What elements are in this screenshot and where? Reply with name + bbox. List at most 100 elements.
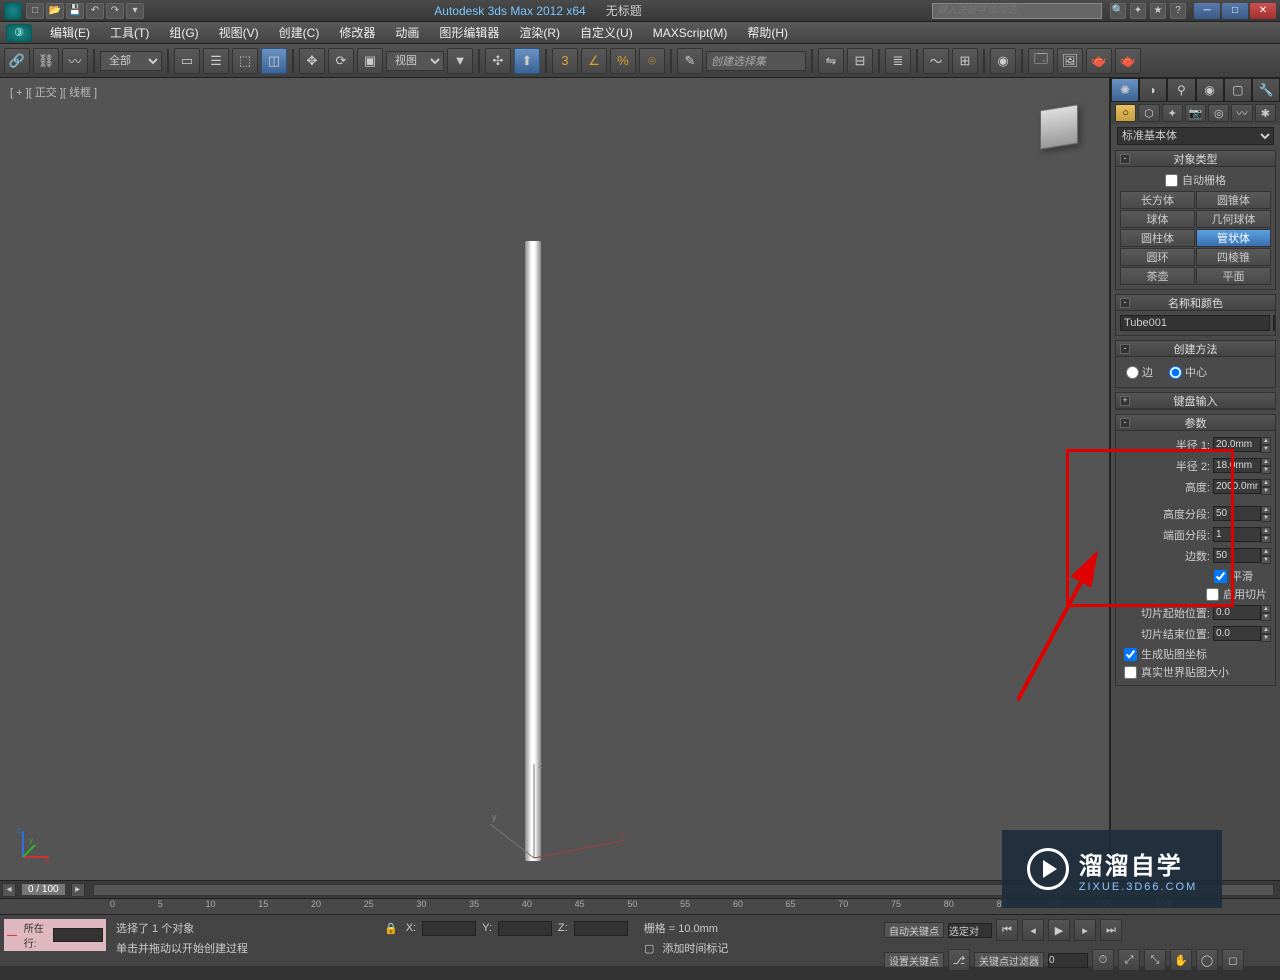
viewcube[interactable]	[1029, 98, 1089, 158]
setkey-button[interactable]: 设置关键点	[884, 952, 944, 968]
zoom-extents-icon[interactable]: ⤢	[1118, 949, 1140, 971]
sub-geometry[interactable]: ○	[1115, 104, 1136, 122]
menu-edit[interactable]: 编辑(E)	[42, 22, 98, 43]
rotate-icon[interactable]: ⟳	[328, 48, 354, 74]
menu-views[interactable]: 视图(V)	[211, 22, 267, 43]
align-icon[interactable]: ⊟	[847, 48, 873, 74]
keyboard-shortcut-icon[interactable]: ⬆	[514, 48, 540, 74]
coord-y-input[interactable]	[498, 921, 552, 936]
obj-type-sphere[interactable]: 球体	[1120, 210, 1195, 228]
tab-utilities[interactable]: 🔧	[1252, 78, 1280, 102]
key-filters-button[interactable]: 关键点过滤器	[974, 952, 1044, 968]
play-icon[interactable]: ▶	[1048, 919, 1070, 941]
slice-from-spinner[interactable]	[1213, 605, 1261, 620]
minimize-button[interactable]: ─	[1194, 3, 1220, 19]
open-icon[interactable]: 📂	[46, 3, 64, 19]
sub-spacewarps[interactable]: 〰	[1231, 104, 1252, 122]
menu-create[interactable]: 创建(C)	[271, 22, 328, 43]
select-by-name-icon[interactable]: ☰	[203, 48, 229, 74]
render-production-icon[interactable]: 🫖	[1115, 48, 1141, 74]
timeline-next-icon[interactable]: ▸	[71, 883, 85, 897]
maxscript-row-input[interactable]	[53, 928, 103, 942]
zoom-all-icon[interactable]: ⤡	[1144, 949, 1166, 971]
selection-filter-dropdown[interactable]: 全部	[100, 51, 162, 71]
material-editor-icon[interactable]: ◉	[990, 48, 1016, 74]
prev-frame-icon[interactable]: ◂	[1022, 919, 1044, 941]
menu-customize[interactable]: 自定义(U)	[572, 22, 641, 43]
obj-type-plane[interactable]: 平面	[1196, 267, 1271, 285]
obj-type-pyramid[interactable]: 四棱锥	[1196, 248, 1271, 266]
rollout-header-name-color[interactable]: -名称和颜色	[1116, 295, 1275, 311]
creation-center-radio[interactable]: 中心	[1169, 364, 1207, 380]
tab-motion[interactable]: ◉	[1196, 78, 1224, 102]
category-dropdown[interactable]: 标准基本体	[1117, 127, 1274, 145]
autokey-button[interactable]: 自动关键点	[884, 922, 944, 938]
communication-icon[interactable]: ✦	[1130, 3, 1146, 19]
slice-to-spinner[interactable]	[1213, 626, 1261, 641]
app-icon[interactable]	[4, 2, 22, 20]
move-icon[interactable]: ✥	[299, 48, 325, 74]
obj-type-torus[interactable]: 圆环	[1120, 248, 1195, 266]
ref-coord-dropdown[interactable]: 视图	[386, 51, 444, 71]
edit-selection-set-icon[interactable]: ✎	[677, 48, 703, 74]
application-button[interactable]: ③	[6, 24, 32, 42]
next-frame-icon[interactable]: ▸	[1074, 919, 1096, 941]
rollout-header-object-type[interactable]: -对象类型	[1116, 151, 1275, 167]
object-name-input[interactable]	[1120, 315, 1270, 331]
save-icon[interactable]: 💾	[66, 3, 84, 19]
manipulate-icon[interactable]: ✣	[485, 48, 511, 74]
scene-object-tube[interactable]	[525, 241, 541, 861]
sub-systems[interactable]: ✱	[1255, 104, 1276, 122]
spinner-up-icon[interactable]: ▲	[1261, 437, 1271, 445]
menu-modifiers[interactable]: 修改器	[331, 22, 383, 43]
menu-tools[interactable]: 工具(T)	[102, 22, 157, 43]
obj-type-tube[interactable]: 管状体	[1196, 229, 1271, 247]
obj-type-geosphere[interactable]: 几何球体	[1196, 210, 1271, 228]
undo-icon[interactable]: ↶	[86, 3, 104, 19]
time-config-icon[interactable]: ⏱	[1092, 949, 1114, 971]
gen-uv-checkbox[interactable]	[1124, 648, 1137, 661]
real-world-checkbox[interactable]	[1124, 666, 1137, 679]
spinner-down-icon[interactable]: ▼	[1261, 445, 1271, 453]
search-icon[interactable]: 🔍	[1110, 3, 1126, 19]
schematic-view-icon[interactable]: ⊞	[952, 48, 978, 74]
obj-type-cylinder[interactable]: 圆柱体	[1120, 229, 1195, 247]
viewport-label[interactable]: [ + ][ 正交 ][ 线框 ]	[10, 84, 97, 100]
autogrid-checkbox[interactable]	[1165, 174, 1178, 187]
obj-type-cone[interactable]: 圆锥体	[1196, 191, 1271, 209]
spinner-snap-icon[interactable]: ⌾	[639, 48, 665, 74]
maximize-button[interactable]: □	[1222, 3, 1248, 19]
qat-dropdown-icon[interactable]: ▾	[126, 3, 144, 19]
tab-modify[interactable]: ◗	[1139, 78, 1167, 102]
menu-graph-editors[interactable]: 图形编辑器	[431, 22, 507, 43]
rollout-header-keyboard-entry[interactable]: +键盘输入	[1116, 393, 1275, 409]
render-setup-icon[interactable]: 🗔	[1028, 48, 1054, 74]
rollout-header-parameters[interactable]: -参数	[1116, 415, 1275, 431]
current-frame-input[interactable]	[1048, 953, 1088, 968]
menu-rendering[interactable]: 渲染(R)	[511, 22, 568, 43]
percent-snap-icon[interactable]: %	[610, 48, 636, 74]
favorites-icon[interactable]: ★	[1150, 3, 1166, 19]
render-icon[interactable]: 🫖	[1086, 48, 1112, 74]
lock-icon[interactable]: 🔒	[384, 922, 398, 935]
help-icon[interactable]: ?	[1170, 3, 1186, 19]
sub-lights[interactable]: ✦	[1162, 104, 1183, 122]
layer-manager-icon[interactable]: ≣	[885, 48, 911, 74]
tab-hierarchy[interactable]: ⚲	[1167, 78, 1195, 102]
select-object-icon[interactable]: ▭	[174, 48, 200, 74]
viewport[interactable]: [ + ][ 正交 ][ 线框 ] z y x z x y	[0, 78, 1110, 880]
link-icon[interactable]: 🔗	[4, 48, 30, 74]
menu-maxscript[interactable]: MAXScript(M)	[645, 24, 736, 42]
frame-indicator[interactable]: 0 / 100	[22, 884, 65, 895]
close-button[interactable]: ✕	[1250, 3, 1276, 19]
goto-end-icon[interactable]: ⏭	[1100, 919, 1122, 941]
new-icon[interactable]: □	[26, 3, 44, 19]
rollout-header-creation-method[interactable]: -创建方法	[1116, 341, 1275, 357]
bind-spacewarp-icon[interactable]: 〰	[62, 48, 88, 74]
max-viewport-icon[interactable]: ◻	[1222, 949, 1244, 971]
sub-shapes[interactable]: ⬡	[1138, 104, 1159, 122]
coord-x-input[interactable]	[422, 921, 476, 936]
sub-helpers[interactable]: ◎	[1208, 104, 1229, 122]
mirror-icon[interactable]: ⇋	[818, 48, 844, 74]
angle-snap-icon[interactable]: ∠	[581, 48, 607, 74]
